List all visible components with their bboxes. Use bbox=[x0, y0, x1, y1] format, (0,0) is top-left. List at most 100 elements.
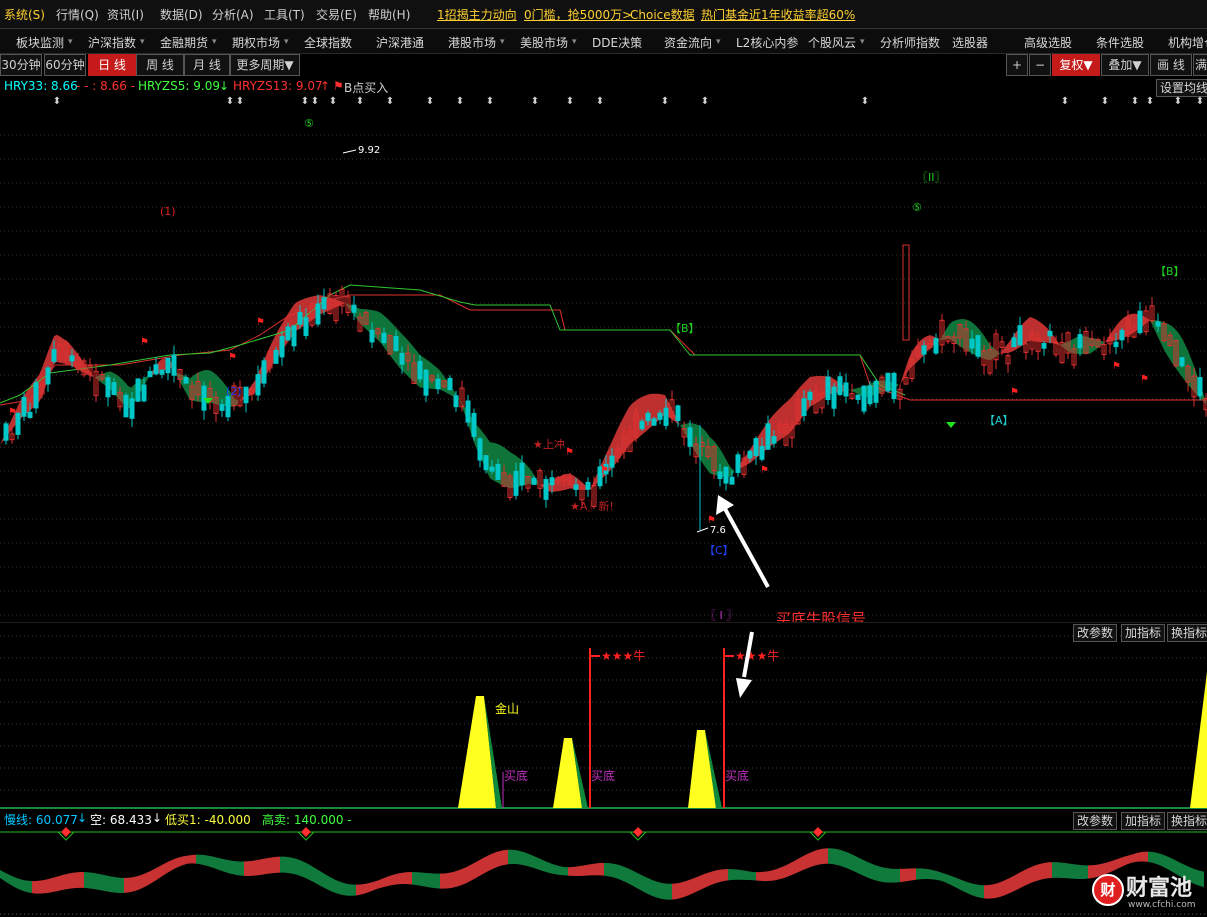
signal-mountain bbox=[1190, 672, 1207, 808]
oscillator-band bbox=[1044, 862, 1048, 879]
oscillator-band bbox=[936, 870, 940, 881]
dropdown-icon: ▾ bbox=[140, 37, 145, 47]
down-arrow-icon: ↓ bbox=[77, 811, 88, 825]
oscillator-band bbox=[1064, 862, 1068, 879]
promo-link-3[interactable]: Choice数据 bbox=[630, 6, 695, 23]
nav-item[interactable]: 机构增仓 bbox=[1168, 34, 1207, 51]
oscillator-band bbox=[1124, 855, 1128, 866]
oscillator-band bbox=[536, 856, 540, 871]
candle-body bbox=[855, 394, 861, 400]
buy-bottom-label: 买底 bbox=[591, 768, 615, 783]
menu-help[interactable]: 帮助(H) bbox=[368, 6, 410, 23]
oscillator-band bbox=[1012, 874, 1016, 893]
promo-link-4[interactable]: 热门基金近1年收益率超60% bbox=[701, 6, 855, 23]
zoom-in-button[interactable]: + bbox=[1006, 54, 1028, 76]
oscillator-band bbox=[272, 856, 276, 874]
oscillator-band bbox=[804, 853, 808, 870]
menu-system[interactable]: 系统(S) bbox=[4, 6, 45, 23]
oscillator-band bbox=[880, 866, 884, 883]
period-monthly[interactable]: 月 线 bbox=[184, 54, 230, 76]
oscillator-band bbox=[1116, 858, 1120, 870]
oscillator-band bbox=[244, 861, 248, 876]
candle-body bbox=[1077, 334, 1083, 349]
high-price-label: 9.92 bbox=[358, 145, 380, 156]
nav-item[interactable]: 分析师指数 bbox=[880, 34, 940, 51]
oscillator-band bbox=[652, 879, 656, 898]
more-tools-button[interactable]: 满 bbox=[1193, 54, 1207, 76]
oscillator-band bbox=[812, 850, 816, 867]
menu-info[interactable]: 资讯(I) bbox=[107, 6, 144, 23]
nav-item[interactable]: 沪深港通 bbox=[376, 34, 424, 51]
candle-body bbox=[171, 354, 177, 376]
menu-market[interactable]: 行情(Q) bbox=[56, 6, 99, 23]
oscillator-band bbox=[0, 870, 4, 881]
dropdown-icon: ▾ bbox=[68, 37, 73, 47]
panel2-swap-indicator-button[interactable]: 换指标 bbox=[1167, 624, 1207, 642]
oscillator-band bbox=[480, 857, 484, 876]
period-60min[interactable]: 60分钟 bbox=[44, 54, 86, 76]
nav-item[interactable]: 美股市场 bbox=[520, 34, 568, 51]
period-weekly[interactable]: 周 线 bbox=[136, 54, 184, 76]
candle-body bbox=[1113, 341, 1119, 348]
wave-oscillator-panel[interactable] bbox=[0, 826, 1207, 917]
menu-data[interactable]: 数据(D) bbox=[160, 6, 203, 23]
wave-label-ii: 〖II〗 bbox=[917, 171, 946, 184]
candle-body bbox=[1017, 325, 1023, 346]
menu-analysis[interactable]: 分析(A) bbox=[212, 6, 254, 23]
oscillator-band bbox=[976, 884, 980, 898]
oscillator-band bbox=[164, 861, 168, 876]
candle-body bbox=[399, 352, 405, 365]
candle-body bbox=[735, 454, 741, 473]
nav-item[interactable]: 高级选股 bbox=[1024, 34, 1072, 51]
oscillator-band bbox=[396, 873, 400, 885]
oscillator-band bbox=[764, 871, 768, 882]
oscillator-band bbox=[420, 872, 424, 887]
oscillator-band bbox=[664, 883, 668, 900]
b-point-buy-label: B点买入 bbox=[344, 81, 389, 95]
period-more[interactable]: 更多周期▼ bbox=[230, 54, 300, 76]
panel2-add-indicator-button[interactable]: 加指标 bbox=[1121, 624, 1166, 642]
oscillator-band bbox=[216, 857, 220, 871]
oscillator-band bbox=[32, 881, 36, 894]
flag-icon: ⚑ bbox=[760, 465, 769, 476]
candle-body bbox=[765, 423, 771, 450]
nav-item[interactable]: DDE决策 bbox=[592, 34, 642, 51]
fuquan-button[interactable]: 复权▼ bbox=[1052, 54, 1100, 76]
oscillator-band bbox=[392, 874, 396, 886]
promo-link-1[interactable]: 1招揭主力动向 bbox=[437, 6, 517, 23]
zoom-out-button[interactable]: − bbox=[1029, 54, 1051, 76]
nav-item[interactable]: 金融期货 bbox=[160, 34, 208, 51]
menu-trade[interactable]: 交易(E) bbox=[316, 6, 357, 23]
period-daily[interactable]: 日 线 bbox=[88, 54, 136, 76]
candle-body bbox=[1155, 321, 1161, 327]
nav-item[interactable]: 期权市场 bbox=[232, 34, 280, 51]
candlestick-chart[interactable]: ⬍ ⬍ ⬍ ⬍ ⬍ ⬍ ⬍ ⬍ ⬍ ⬍ ⬍ ⬍ ⬍ ⬍ ⬍ ⬍ ⬍ ⬍ ⬍ ⬍ ⬍ ⬍ ⬍⚑⚑⚑⚑⚑⚑⚑⚑⚑⚑⚑9.927.… bbox=[0, 95, 1207, 622]
oscillator-band bbox=[684, 880, 688, 898]
nav-item[interactable]: 沪深指数 bbox=[88, 34, 136, 51]
oscillator-band bbox=[1072, 863, 1076, 879]
oscillator-band bbox=[964, 880, 968, 894]
panel2-change-params-button[interactable]: 改参数 bbox=[1073, 624, 1118, 642]
nav-item[interactable]: 个股风云 bbox=[808, 34, 856, 51]
oscillator-band bbox=[544, 860, 548, 873]
nav-item[interactable]: 条件选股 bbox=[1096, 34, 1144, 51]
nav-item[interactable]: 港股市场 bbox=[448, 34, 496, 51]
period-30min[interactable]: 30分钟 bbox=[0, 54, 42, 76]
nav-item[interactable]: L2核心内参 bbox=[736, 34, 798, 51]
draw-line-button[interactable]: 画 线 bbox=[1150, 54, 1192, 76]
oscillator-band bbox=[660, 882, 664, 900]
nav-item[interactable]: 选股器 bbox=[952, 34, 988, 51]
promo-link-2[interactable]: 0门槛，抢5000万> bbox=[524, 6, 632, 23]
oscillator-band bbox=[1004, 878, 1008, 896]
buy-signal-indicator-panel[interactable]: 金山买底 买底 买底 ★★★牛 ★★★牛 bbox=[0, 622, 1207, 810]
marker-icon: ⬍ bbox=[426, 96, 434, 107]
marker-icon: ⬍ bbox=[356, 96, 364, 107]
nav-item[interactable]: 板块监测 bbox=[16, 34, 64, 51]
nav-item[interactable]: 资金流向 bbox=[664, 34, 712, 51]
oscillator-band bbox=[1160, 853, 1164, 868]
nav-item[interactable]: 全球指数 bbox=[304, 34, 352, 51]
oscillator-band bbox=[580, 865, 584, 876]
menu-tools[interactable]: 工具(T) bbox=[264, 6, 305, 23]
overlay-button[interactable]: 叠加▼ bbox=[1101, 54, 1149, 76]
candle-body bbox=[141, 384, 147, 402]
